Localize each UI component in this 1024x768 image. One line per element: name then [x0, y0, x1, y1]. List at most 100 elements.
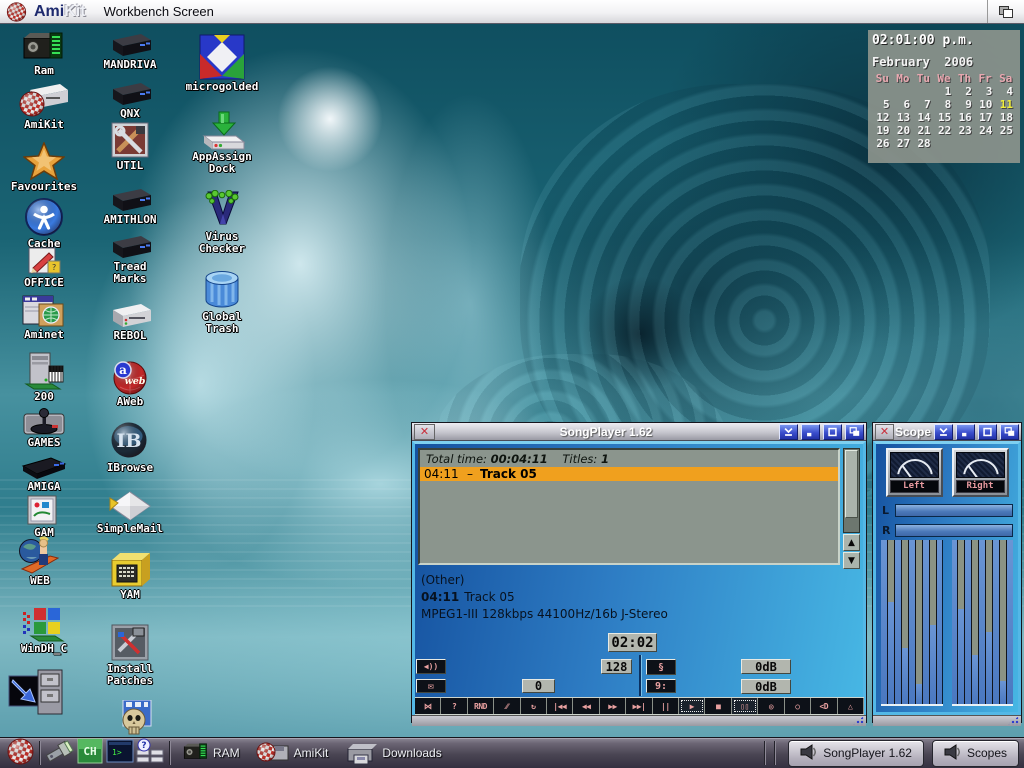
volume-button[interactable]: ◀)) [416, 659, 446, 674]
program-button[interactable]: ⁄⁄⁄ [494, 698, 520, 714]
spectrum-fill [916, 684, 922, 704]
calendar-day-cell: 1 [934, 85, 955, 98]
scrollbar-track[interactable] [843, 448, 860, 533]
desktop-icon-amithlon[interactable]: AMITHLON [98, 187, 162, 226]
songplayer-titlebar[interactable]: ✕ SongPlayer 1.62 [412, 423, 866, 441]
desktop-icon-gam[interactable]: GAM [12, 494, 76, 539]
gain-top-button[interactable]: 0dB [741, 659, 791, 674]
taskbar-window-button-scopes[interactable]: Scopes [932, 740, 1019, 767]
close-button[interactable]: ✕ [414, 424, 435, 440]
desktop-icon-web[interactable]: WEB [8, 534, 72, 587]
stop-button[interactable]: ■ [705, 698, 731, 714]
pitch-value[interactable]: 0 [522, 679, 555, 693]
svg-text:web: web [125, 376, 146, 387]
sleep-timer-button[interactable]: ⋈ [415, 698, 441, 714]
taskbar-window-button-songplayer[interactable]: SongPlayer 1.62 [788, 740, 924, 767]
playlist-scrollbar[interactable]: ▲ ▼ [843, 448, 860, 569]
desktop-icon-rebol[interactable]: REBOL [98, 301, 162, 342]
playlist[interactable]: Total time: 00:04:11 Titles: 1 04:11–Tra… [418, 448, 840, 565]
desktop-icon-yam[interactable]: YAM [98, 550, 162, 601]
desktop-icon-games[interactable]: GAMES [12, 406, 76, 449]
zoom-button[interactable] [978, 424, 997, 440]
taskbar-launcher-keyboard-help[interactable]: ? [135, 740, 165, 767]
gain-bottom-button[interactable]: 0dB [741, 679, 791, 694]
scope-titlebar[interactable]: ✕ Scope [873, 423, 1021, 441]
spectrum-fill [1000, 681, 1006, 704]
repeat-button[interactable]: ↻ [521, 698, 547, 714]
desktop-icon-virus-checker[interactable]: Virus Checker [190, 190, 254, 255]
minimize-button[interactable] [956, 424, 975, 440]
desktop-icon-tread-marks[interactable]: Tread Marks [98, 234, 162, 285]
close-button[interactable]: ✕ [875, 424, 894, 440]
resize-grip[interactable] [852, 716, 864, 725]
desktop-icon-microgolded[interactable]: microgolded [190, 34, 254, 93]
taskbar-drawer-downloads[interactable]: Downloads [344, 739, 441, 768]
desktop-icon-amikit[interactable]: AmiKit [12, 78, 76, 131]
resize-grip[interactable] [1007, 716, 1019, 725]
calendar-day-cell: 7 [913, 98, 934, 111]
depth-button[interactable] [845, 424, 864, 440]
desktop-icon-aminet[interactable]: Aminet [12, 294, 76, 341]
pause-button[interactable]: || [653, 698, 679, 714]
taskbar-launcher-ch-tool[interactable]: CH [75, 740, 105, 767]
desktop-icon-windh-c[interactable]: WinDH_C [12, 606, 76, 655]
ball-floppy-icon [256, 740, 290, 767]
desktop-icon-drawer-arrow[interactable] [4, 668, 68, 716]
songplayer-window[interactable]: ✕ SongPlayer 1.62 Total time: 00:04:11 T… [411, 422, 867, 723]
load-button[interactable]: ✉ [416, 679, 446, 693]
desktop-icon-label: AmiKit [2, 119, 86, 131]
scrollbar-thumb[interactable] [845, 450, 858, 518]
minimize-button[interactable] [801, 424, 820, 440]
desktop-icon-global-trash[interactable]: Global Trash [190, 268, 254, 335]
iconify-button[interactable] [779, 424, 798, 440]
random-button[interactable]: RND [468, 698, 494, 714]
desktop-icon-simplemail[interactable]: SimpleMail [98, 490, 162, 535]
scroll-up-button[interactable]: ▲ [843, 534, 860, 551]
desktop-icon-aweb[interactable]: awebAWeb [98, 357, 162, 408]
scroll-down-button[interactable]: ▼ [843, 552, 860, 569]
logo-text-kit: Kit [64, 3, 85, 21]
track-title: Track 05 [480, 467, 537, 481]
desktop-icon-favourites[interactable]: Favourites [12, 142, 76, 193]
playlist-track-row[interactable]: 04:11–Track 05 [420, 467, 838, 481]
desktop-icon-qnx[interactable]: QNX [98, 81, 162, 120]
bass-button[interactable]: 9: [646, 679, 676, 693]
depth-button[interactable] [1000, 424, 1019, 440]
zoom-button[interactable] [823, 424, 842, 440]
prev-track-button[interactable]: |◀◀ [547, 698, 573, 714]
iconify-button[interactable] [934, 424, 953, 440]
taskbar-launcher-boing-ball[interactable] [5, 740, 35, 767]
record-button[interactable]: ○ [785, 698, 811, 714]
play-button[interactable]: ▶ [679, 698, 705, 714]
desktop-icon-skull[interactable] [104, 700, 168, 736]
scope-window[interactable]: ✕ Scope LeftRight L R [872, 422, 1022, 723]
screen-depth-gadget[interactable] [987, 0, 1024, 23]
desktop-icon-appassign-dock[interactable]: AppAssign Dock [190, 110, 254, 175]
rewind-button[interactable]: ◀◀ [573, 698, 599, 714]
loop-button[interactable]: ◎ [758, 698, 784, 714]
desktop-icon-ibrowse[interactable]: IBIBrowse [98, 421, 162, 474]
clock-calendar-widget: 02:01:00 p.m. February 2006 SuMoTuWeThFr… [868, 30, 1020, 163]
cd-button[interactable]: <D [811, 698, 837, 714]
desktop-icon-office[interactable]: ?OFFICE [12, 246, 76, 289]
depth-icon [999, 6, 1013, 18]
taskbar-launcher-flashlight[interactable] [45, 740, 75, 767]
fast-forward-button[interactable]: ▶▶ [600, 698, 626, 714]
taskbar-drawer-amikit[interactable]: AmiKit [256, 740, 329, 767]
eject-button[interactable]: △ [838, 698, 864, 714]
ab-repeat-button[interactable]: ▯▯ [732, 698, 758, 714]
calendar-day-cell: 17 [975, 111, 996, 124]
desktop-icon-200[interactable]: 200 [12, 352, 76, 403]
desktop-icon-install-patches[interactable]: Install Patches [98, 624, 162, 687]
taskbar-drawer-ram[interactable]: RAM [183, 742, 240, 765]
taskbar-launcher-shell[interactable]: 1> [105, 740, 135, 767]
desktop-icon-cache[interactable]: Cache [12, 197, 76, 250]
desktop-icon-amiga[interactable]: AMIGA [12, 452, 76, 493]
treble-button[interactable]: § [646, 659, 676, 675]
screen-titlebar[interactable]: Ami Kit Workbench Screen [0, 0, 1024, 24]
desktop-icon-util[interactable]: UTIL [98, 121, 162, 172]
next-track-button[interactable]: ▶▶| [626, 698, 652, 714]
desktop-icon-mandriva[interactable]: MANDRIVA [98, 32, 162, 71]
desktop-icon-ram[interactable]: Ram [12, 30, 76, 77]
info-button[interactable]: ? [441, 698, 467, 714]
